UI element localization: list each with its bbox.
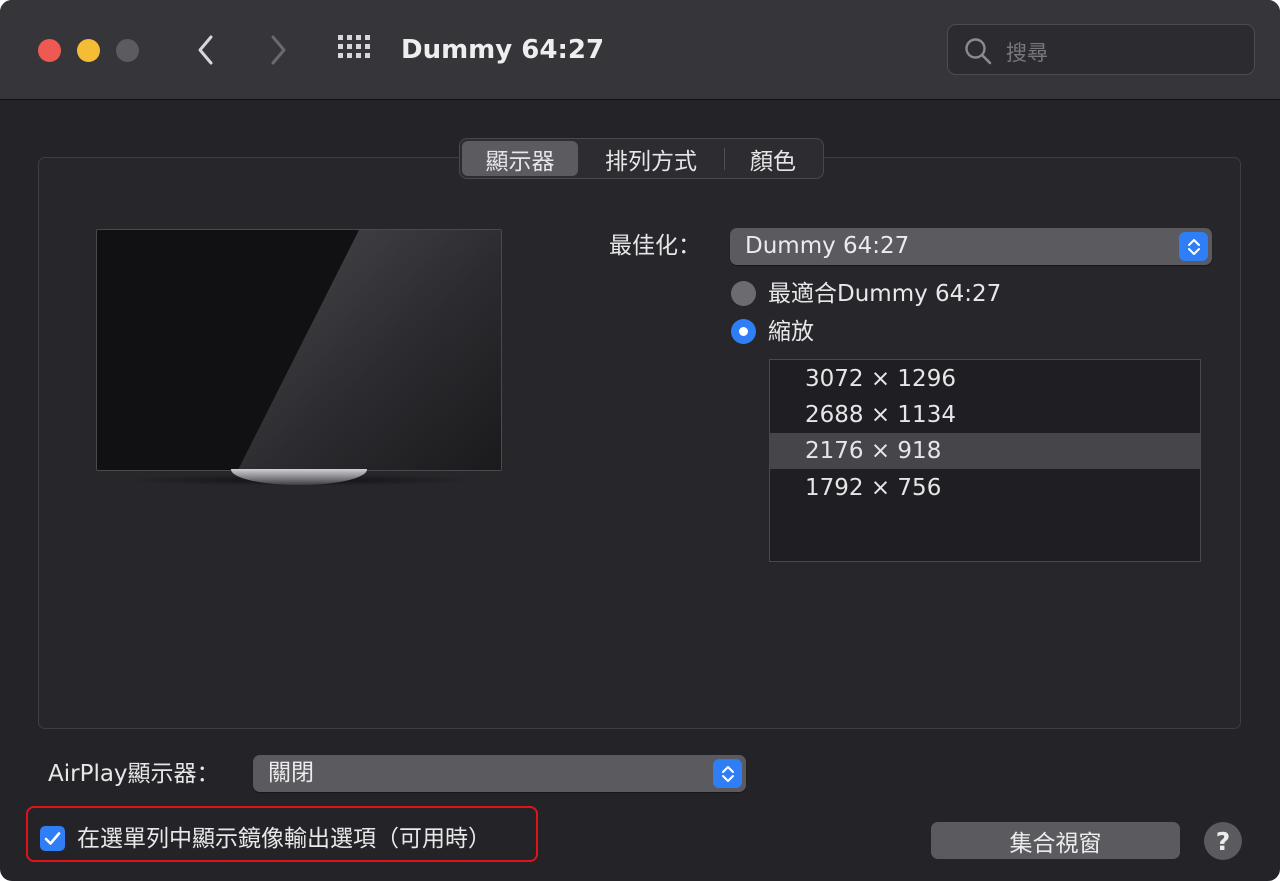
radio-default[interactable] [731, 281, 756, 306]
display-glare [97, 230, 501, 470]
checkmark-icon [44, 832, 61, 845]
tab-segmented-control: 顯示器 排列方式 顏色 [459, 138, 824, 179]
mirror-options-checkbox[interactable] [40, 826, 65, 851]
optimize-label: 最佳化： [609, 233, 701, 259]
resolution-list[interactable]: 3072 × 1296 2688 × 1134 2176 × 918 1792 … [769, 359, 1201, 562]
optimize-value: Dummy 64:27 [745, 233, 910, 259]
system-preferences-window: Dummy 64:27 搜尋 顯示器 排列方式 顏色 最佳化： Dummy 64… [0, 0, 1280, 881]
search-field[interactable]: 搜尋 [947, 24, 1255, 75]
airplay-popup[interactable]: 關閉 [253, 755, 746, 792]
radio-default-label[interactable]: 最適合Dummy 64:27 [768, 279, 1001, 309]
airplay-label: AirPlay顯示器： [48, 761, 220, 787]
chevron-right-icon [271, 35, 286, 65]
help-button[interactable]: ? [1204, 822, 1242, 860]
chevron-left-icon [198, 35, 213, 65]
show-all-grid-icon[interactable] [336, 33, 374, 67]
tab-color[interactable]: 顏色 [725, 141, 821, 176]
titlebar: Dummy 64:27 搜尋 [0, 0, 1280, 100]
close-window-button[interactable] [38, 39, 61, 62]
resolution-row[interactable]: 3072 × 1296 [770, 361, 1200, 397]
popup-stepper-icon [1179, 232, 1208, 261]
display-preview [96, 229, 502, 471]
radio-scaled-label[interactable]: 縮放 [768, 317, 814, 347]
resolution-value: 2176 × 918 [805, 438, 942, 464]
back-button[interactable] [188, 30, 224, 70]
search-icon [965, 38, 992, 65]
radio-scaled[interactable] [731, 319, 756, 344]
resolution-value: 3072 × 1296 [805, 366, 956, 392]
minimize-window-button[interactable] [77, 39, 100, 62]
airplay-value: 關閉 [268, 760, 314, 786]
zoom-window-button[interactable] [116, 39, 139, 62]
window-title: Dummy 64:27 [401, 35, 605, 65]
resolution-row[interactable]: 1792 × 756 [770, 470, 1200, 506]
resolution-value: 1792 × 756 [805, 475, 942, 501]
mirror-options-label[interactable]: 在選單列中顯示鏡像輸出選項（可用時） [77, 822, 491, 856]
resolution-row[interactable]: 2688 × 1134 [770, 397, 1200, 433]
resolution-value: 2688 × 1134 [805, 402, 956, 428]
forward-button[interactable] [260, 30, 296, 70]
tab-display[interactable]: 顯示器 [462, 141, 578, 176]
tab-arrangement[interactable]: 排列方式 [578, 141, 724, 176]
optimize-popup[interactable]: Dummy 64:27 [730, 228, 1212, 265]
search-placeholder: 搜尋 [1006, 41, 1048, 65]
gather-windows-button[interactable]: 集合視窗 [931, 822, 1180, 859]
popup-stepper-icon [713, 759, 742, 788]
resolution-row-selected[interactable]: 2176 × 918 [770, 433, 1200, 469]
